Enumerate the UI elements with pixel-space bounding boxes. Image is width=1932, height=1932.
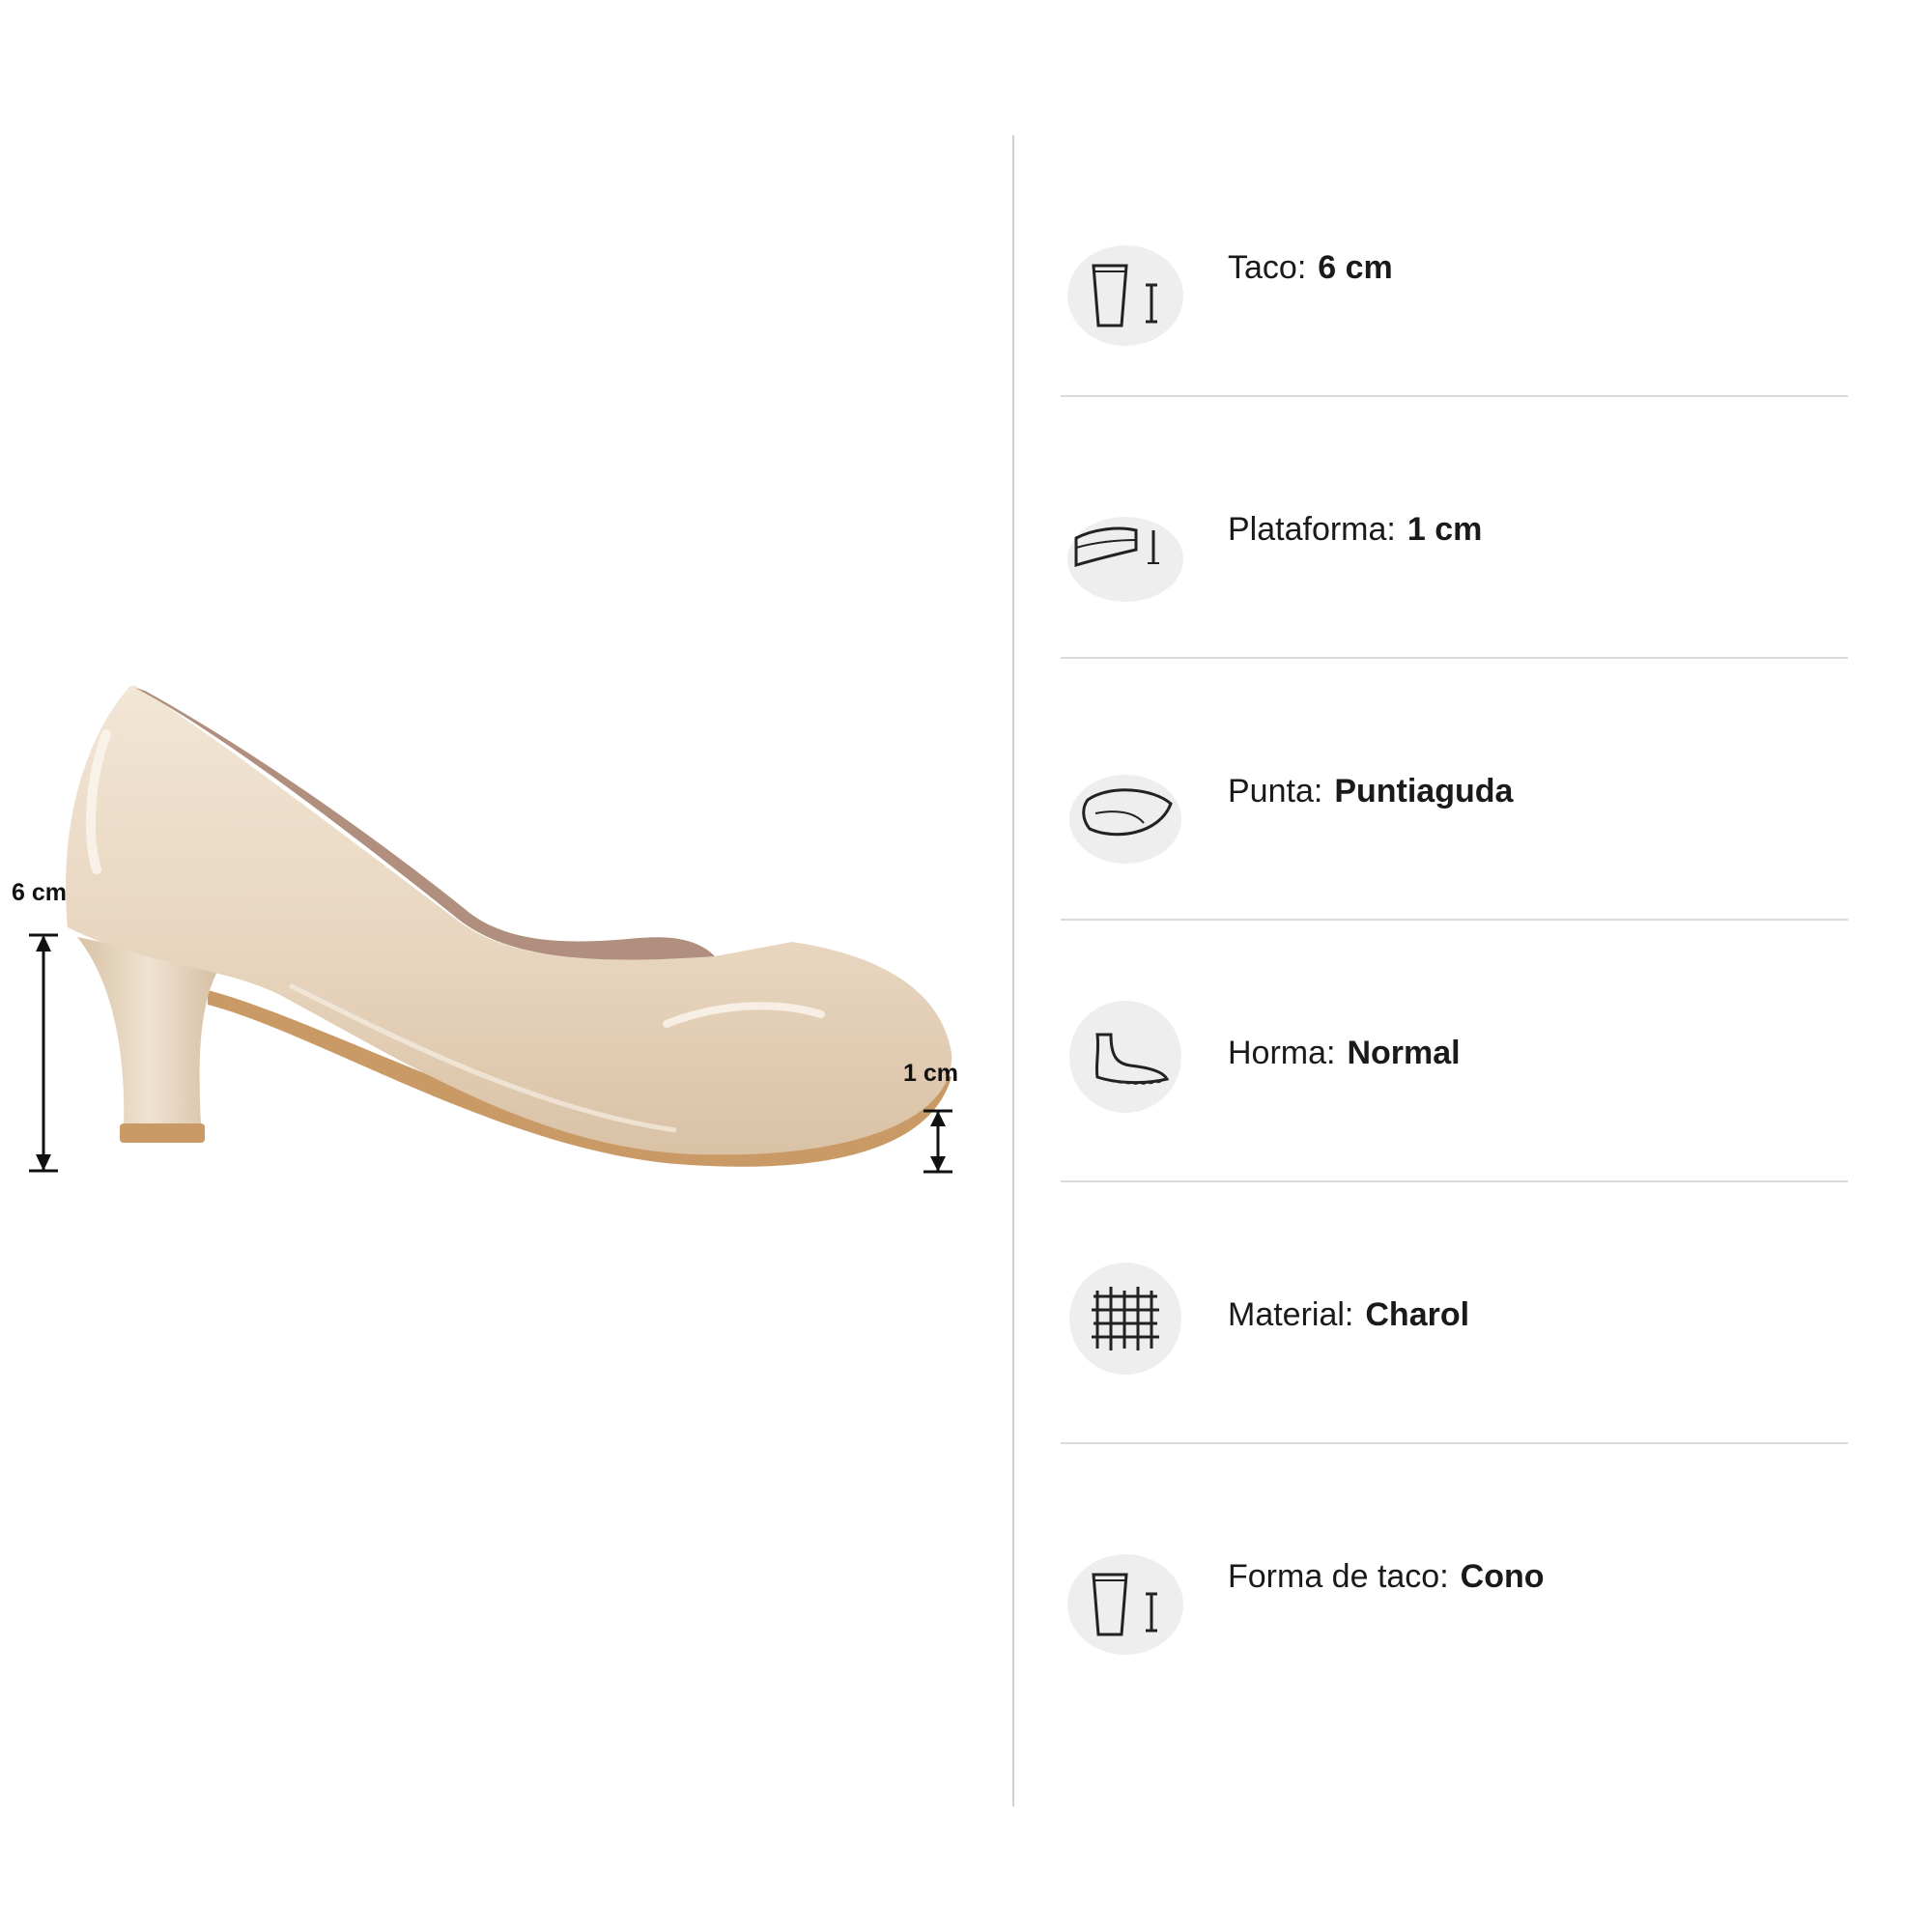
vertical-divider <box>1012 135 1014 1806</box>
spec-row-heel: Taco: 6 cm <box>1061 135 1848 397</box>
spec-label: Punta: <box>1228 773 1323 810</box>
product-image-panel: 6 cm 1 cm <box>0 0 1009 1932</box>
heel-height-icon <box>1066 237 1184 355</box>
spec-label: Taco: <box>1228 249 1307 286</box>
spec-row-toe: Punta: Puntiaguda <box>1061 659 1848 921</box>
spec-row-heel-shape: Forma de taco: Cono <box>1061 1444 1848 1706</box>
spec-label: Plataforma: <box>1228 511 1396 548</box>
spec-material-text: Material: Charol <box>1228 1296 1469 1334</box>
spec-row-platform: Plataforma: 1 cm <box>1061 397 1848 659</box>
spec-row-material: Material: Charol <box>1061 1182 1848 1444</box>
spec-label: Material: <box>1228 1296 1354 1333</box>
spec-value: Charol <box>1365 1296 1470 1333</box>
platform-height-label: 1 cm <box>903 1060 958 1087</box>
heel-shape-icon <box>1066 1546 1184 1663</box>
spec-last-text: Horma: Normal <box>1228 1035 1461 1072</box>
spec-value: Puntiaguda <box>1334 773 1514 810</box>
spec-platform-text: Plataforma: 1 cm <box>1228 511 1482 549</box>
spec-value: 1 cm <box>1406 511 1483 548</box>
spec-value: 6 cm <box>1318 249 1393 286</box>
toe-shape-icon <box>1066 755 1184 873</box>
shoe-image <box>29 686 952 1174</box>
heel-height-label: 6 cm <box>12 879 67 906</box>
spec-toe-text: Punta: Puntiaguda <box>1228 773 1513 810</box>
spec-heel-text: Taco: 6 cm <box>1228 249 1393 287</box>
spec-heel-shape-text: Forma de taco: Cono <box>1228 1558 1545 1596</box>
spec-label: Horma: <box>1228 1035 1336 1071</box>
spec-value: Cono <box>1460 1558 1545 1595</box>
spec-row-last: Horma: Normal <box>1061 921 1848 1182</box>
platform-icon <box>1066 492 1184 610</box>
material-weave-icon <box>1066 1260 1184 1378</box>
foot-last-icon <box>1066 998 1184 1116</box>
spec-value: Normal <box>1347 1035 1461 1071</box>
spec-label: Forma de taco: <box>1228 1558 1449 1595</box>
